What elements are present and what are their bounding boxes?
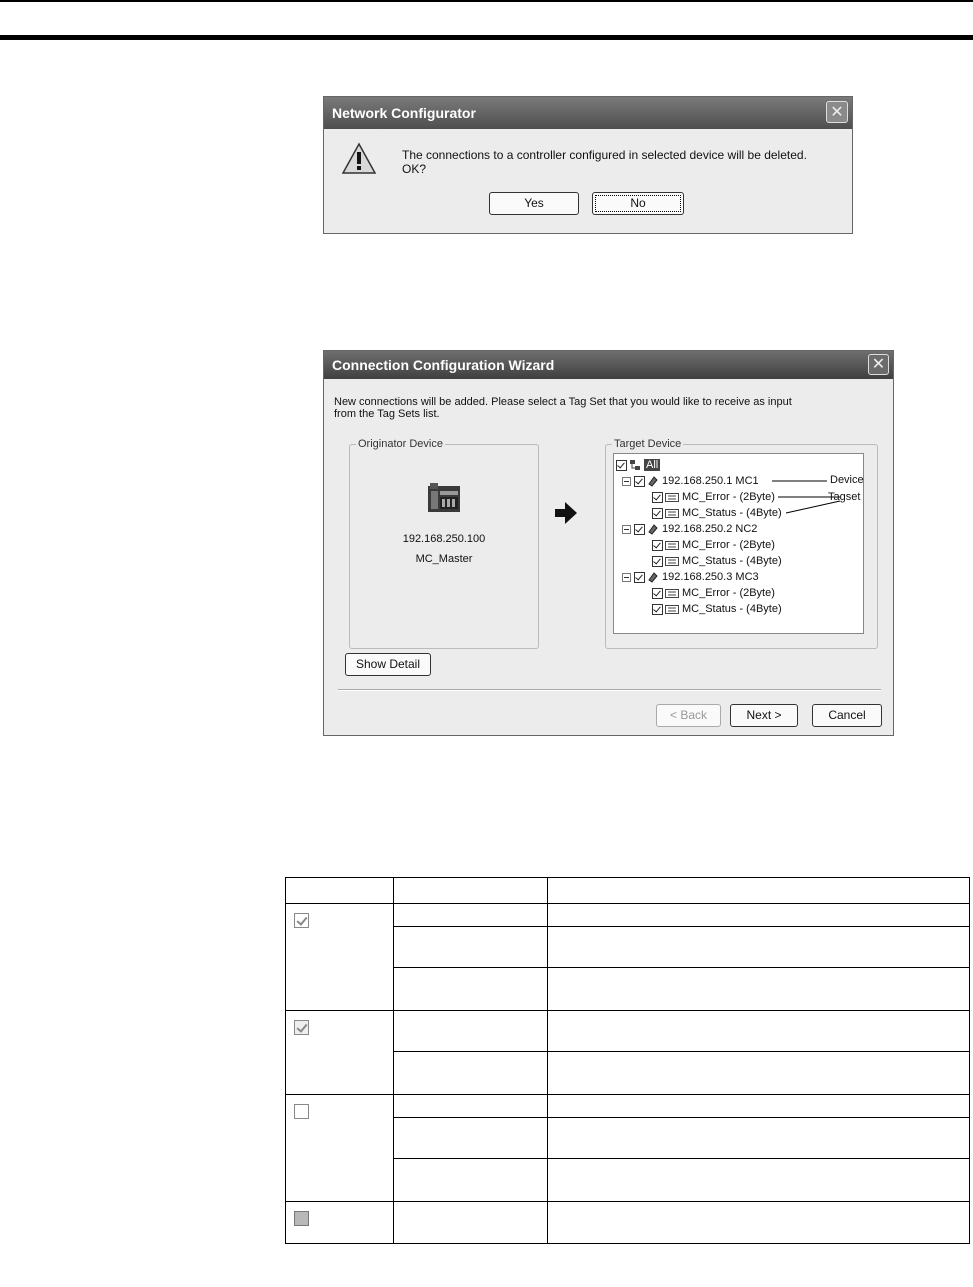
originator-legend: Originator Device xyxy=(356,438,445,450)
confirm-dialog-title: Network Configurator xyxy=(332,105,476,121)
table-cell xyxy=(547,967,970,1011)
intro-line1: New connections will be added. Please se… xyxy=(334,396,792,408)
checkbox-state-cell xyxy=(285,1010,394,1095)
table-cell xyxy=(393,1051,548,1095)
no-button[interactable]: No xyxy=(592,192,684,215)
table-cell xyxy=(547,1010,970,1052)
cancel-button[interactable]: Cancel xyxy=(812,704,882,727)
arrow-right-icon xyxy=(555,502,577,524)
show-detail-button[interactable]: Show Detail xyxy=(345,653,431,676)
grey-checkbox-icon xyxy=(294,1211,309,1226)
table-row xyxy=(285,1094,970,1202)
table-cell xyxy=(393,903,548,927)
close-icon[interactable]: ✕ xyxy=(826,101,848,123)
connection-wizard: Connection Configuration Wizard ✕ New co… xyxy=(323,350,894,736)
table-cell xyxy=(393,967,548,1011)
target-legend: Target Device xyxy=(612,438,684,450)
unchecked-checkbox-icon xyxy=(294,1104,309,1119)
originator-name: MC_Master xyxy=(415,553,473,565)
table-cell xyxy=(393,1010,548,1052)
checkbox-state-cell xyxy=(285,903,394,1011)
table-cell xyxy=(547,1117,970,1159)
intro-line2: from the Tag Sets list. xyxy=(334,408,440,420)
dimmed-checked-checkbox-icon xyxy=(294,1020,309,1035)
table-cell xyxy=(547,903,970,927)
target-group: Target Device All 192.168.250.1 MC1 MC_E… xyxy=(605,438,878,649)
back-button[interactable]: < Back xyxy=(656,704,721,727)
checkbox-state-table xyxy=(285,877,970,1244)
table-row xyxy=(285,1010,970,1095)
table-header-row xyxy=(285,877,970,904)
confirm-message: The connections to a controller configur… xyxy=(402,148,807,176)
table-cell xyxy=(393,1201,548,1244)
table-cell xyxy=(393,1094,548,1118)
confirm-message-line2: OK? xyxy=(402,162,427,176)
wizard-titlebar: Connection Configuration Wizard ✕ xyxy=(324,351,893,379)
target-tree[interactable]: All 192.168.250.1 MC1 MC_Error - (2Byte)… xyxy=(613,453,864,634)
tagset-callout: Tagset xyxy=(828,491,861,503)
warning-icon xyxy=(341,142,377,174)
confirm-dialog: Network Configurator ✕ The connections t… xyxy=(323,96,853,234)
device-callout: Device xyxy=(830,474,864,486)
top-rule xyxy=(0,0,973,2)
confirm-message-line1: The connections to a controller configur… xyxy=(402,148,807,162)
table-cell xyxy=(393,1117,548,1159)
table-cell xyxy=(547,926,970,968)
close-icon[interactable]: ✕ xyxy=(868,354,889,375)
originator-ip: 192.168.250.100 xyxy=(402,533,486,545)
header-rule xyxy=(0,35,973,40)
checked-checkbox-icon xyxy=(294,913,309,928)
originator-group: Originator Device 192.168.250.100 MC_Mas… xyxy=(349,438,539,649)
callout-lines xyxy=(772,480,841,514)
table-cell xyxy=(547,1201,970,1244)
table-cell xyxy=(393,1158,548,1202)
table-header-cell xyxy=(393,877,548,904)
wizard-title: Connection Configuration Wizard xyxy=(332,357,555,373)
table-cell xyxy=(547,1094,970,1118)
table-header-cell xyxy=(285,877,394,904)
next-button[interactable]: Next > xyxy=(730,704,798,727)
table-row xyxy=(285,903,970,1011)
checkbox-state-cell xyxy=(285,1094,394,1202)
controller-icon xyxy=(428,483,460,512)
confirm-dialog-titlebar: Network Configurator ✕ xyxy=(324,97,852,129)
checkbox-state-cell xyxy=(285,1201,394,1244)
wizard-intro: New connections will be added. Please se… xyxy=(334,396,792,420)
wizard-separator xyxy=(338,689,881,691)
table-cell xyxy=(547,1051,970,1095)
table-header-cell xyxy=(547,877,970,904)
yes-button[interactable]: Yes xyxy=(489,192,579,215)
table-cell xyxy=(393,926,548,968)
table-row xyxy=(285,1201,970,1244)
table-cell xyxy=(547,1158,970,1202)
